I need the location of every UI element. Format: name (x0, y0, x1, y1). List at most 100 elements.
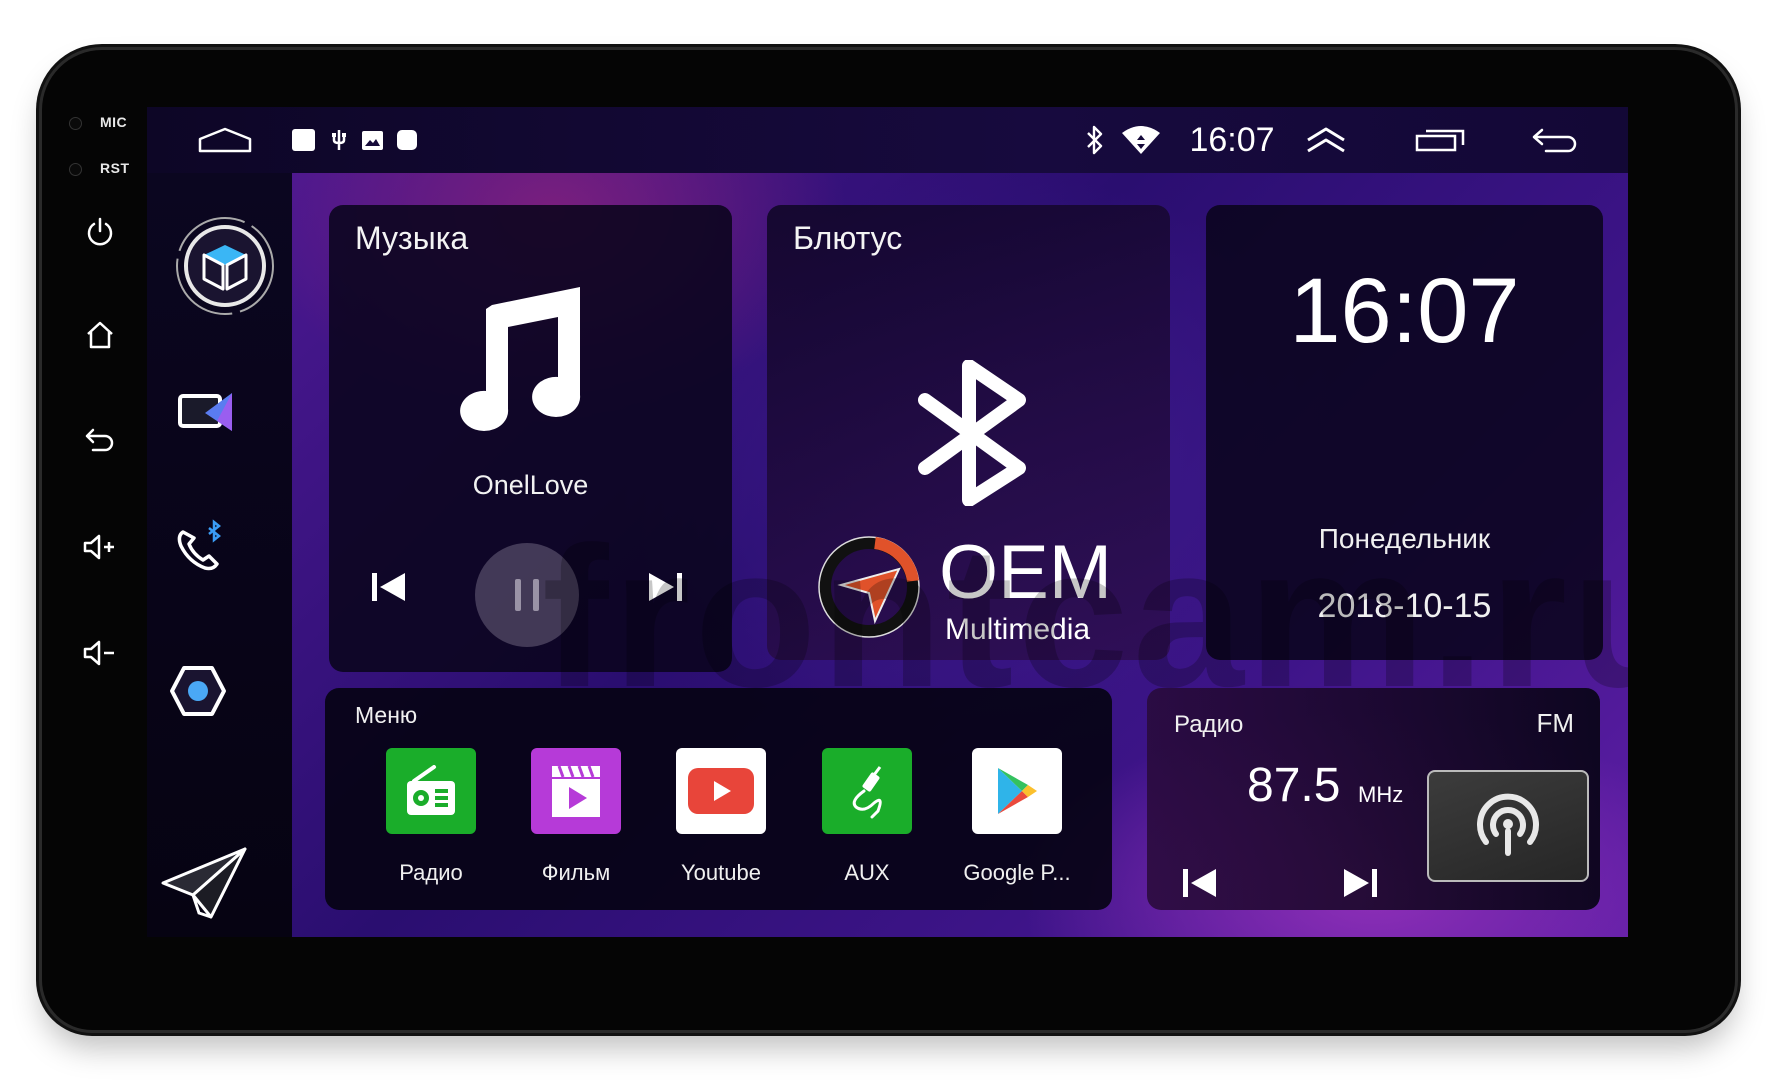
power-icon (87, 217, 113, 246)
app-label: Youtube (681, 860, 761, 885)
radio-frequency: 87.5 (1247, 759, 1341, 812)
app-label: Фильм (541, 860, 611, 885)
usb-icon (332, 130, 346, 150)
home-outline-icon (198, 127, 252, 153)
music-next-button[interactable] (647, 572, 683, 607)
skip-next-icon (649, 573, 682, 601)
back-icon (1532, 128, 1577, 153)
clock-time: 16:07 (1289, 260, 1520, 362)
image-icon (361, 130, 383, 150)
left-dock (147, 173, 292, 937)
mic-label: MIC (100, 114, 128, 130)
dock-3d-launcher[interactable] (172, 213, 278, 319)
home-content: Музыка OnelLove Блютус OEM Multimedia 16… (292, 173, 1628, 937)
notification-square[interactable] (290, 107, 316, 173)
broadcast-icon (1477, 793, 1539, 856)
radio-prev-button[interactable] (1182, 868, 1218, 903)
phone-bluetooth-icon (177, 519, 222, 571)
video-icon (178, 393, 232, 431)
reset-hole[interactable] (69, 163, 82, 176)
youtube-icon (688, 768, 754, 814)
dock-video[interactable] (177, 391, 237, 435)
notification-dot[interactable] (395, 107, 419, 173)
notification-dot-icon (397, 130, 417, 150)
bluetooth-card[interactable]: Блютус OEM Multimedia (767, 205, 1170, 660)
dock-navigation[interactable] (159, 843, 249, 923)
oem-logo (817, 535, 921, 639)
app-tile (386, 748, 476, 834)
app-tile (822, 748, 912, 834)
mic-hole (69, 117, 82, 130)
wifi-icon (1122, 126, 1160, 154)
hw-power-button[interactable] (80, 212, 120, 252)
nav-home-button[interactable] (197, 107, 253, 173)
pause-icon (515, 579, 539, 611)
app-tile (676, 748, 766, 834)
wifi-status (1119, 107, 1163, 173)
radio-next-button[interactable] (1342, 868, 1378, 903)
bluetooth-icon (1087, 125, 1103, 155)
hw-volume-down-button[interactable] (80, 633, 120, 673)
image-status (360, 107, 384, 173)
expand-up-button[interactable] (1302, 107, 1350, 173)
rst-label: RST (100, 160, 130, 176)
app-label: AUX (844, 860, 890, 885)
music-title: Музыка (355, 220, 469, 256)
nav-back-button[interactable] (1529, 107, 1581, 173)
clock-weekday: Понедельник (1318, 523, 1491, 554)
app-tile (972, 748, 1062, 834)
status-bar: 16:07 (147, 107, 1628, 173)
app-radio[interactable]: Радио (381, 748, 481, 886)
hexagon-icon (170, 666, 226, 716)
dock-bt-phone[interactable] (173, 518, 229, 574)
volume-up-icon (83, 534, 114, 560)
bluetooth-status (1083, 107, 1107, 173)
clock-date: 2018-10-15 (1317, 587, 1492, 625)
google-play-icon (998, 768, 1037, 814)
cube-icon (176, 217, 274, 315)
back-icon (85, 428, 114, 452)
recent-apps-button[interactable] (1412, 107, 1468, 173)
expand-up-icon (1307, 127, 1345, 153)
oem-compass-icon (818, 536, 920, 638)
oem-brand-sub: Multimedia (945, 613, 1091, 646)
radio-card[interactable]: Радио FM 87.5 MHz (1147, 688, 1600, 910)
radio-icon (407, 765, 455, 815)
skip-next-icon (1344, 869, 1377, 897)
statusbar-time: 16:07 (1189, 120, 1275, 159)
aux-cable-icon (852, 766, 882, 819)
radio-band: FM (1536, 708, 1574, 738)
music-card[interactable]: Музыка OnelLove (329, 205, 732, 672)
app-film[interactable]: Фильм (526, 748, 626, 886)
music-note-icon (460, 287, 581, 431)
music-pause-button[interactable] (475, 543, 579, 647)
radio-open-button[interactable] (1427, 770, 1589, 882)
bluetooth-icon (918, 360, 1026, 506)
volume-down-icon (83, 640, 114, 666)
menu-title: Меню (355, 702, 418, 728)
recent-apps-icon (1415, 129, 1465, 152)
skip-previous-icon (372, 573, 405, 601)
app-aux[interactable]: AUX (817, 748, 917, 886)
bluetooth-title: Блютус (793, 220, 903, 256)
radio-unit: MHz (1358, 782, 1404, 807)
oem-brand: OEM (939, 530, 1113, 615)
hw-back-button[interactable] (80, 420, 120, 460)
app-google-play[interactable]: Google P... (962, 748, 1072, 886)
clock-card[interactable]: 16:07 Понедельник 2018-10-15 (1206, 205, 1603, 660)
usb-status (328, 107, 350, 173)
track-name: OnelLove (472, 470, 589, 500)
app-label: Радио (399, 860, 463, 885)
skip-previous-icon (1183, 869, 1216, 897)
home-icon (87, 321, 113, 349)
film-icon (552, 765, 600, 817)
dock-settings[interactable] (169, 665, 227, 717)
hw-volume-up-button[interactable] (80, 527, 120, 567)
app-tile (531, 748, 621, 834)
app-label: Google P... (963, 860, 1071, 885)
hw-home-button[interactable] (80, 315, 120, 355)
music-prev-button[interactable] (371, 572, 407, 607)
app-youtube[interactable]: Youtube (671, 748, 771, 886)
notification-square-icon (291, 129, 315, 151)
radio-title: Радио (1174, 711, 1244, 738)
